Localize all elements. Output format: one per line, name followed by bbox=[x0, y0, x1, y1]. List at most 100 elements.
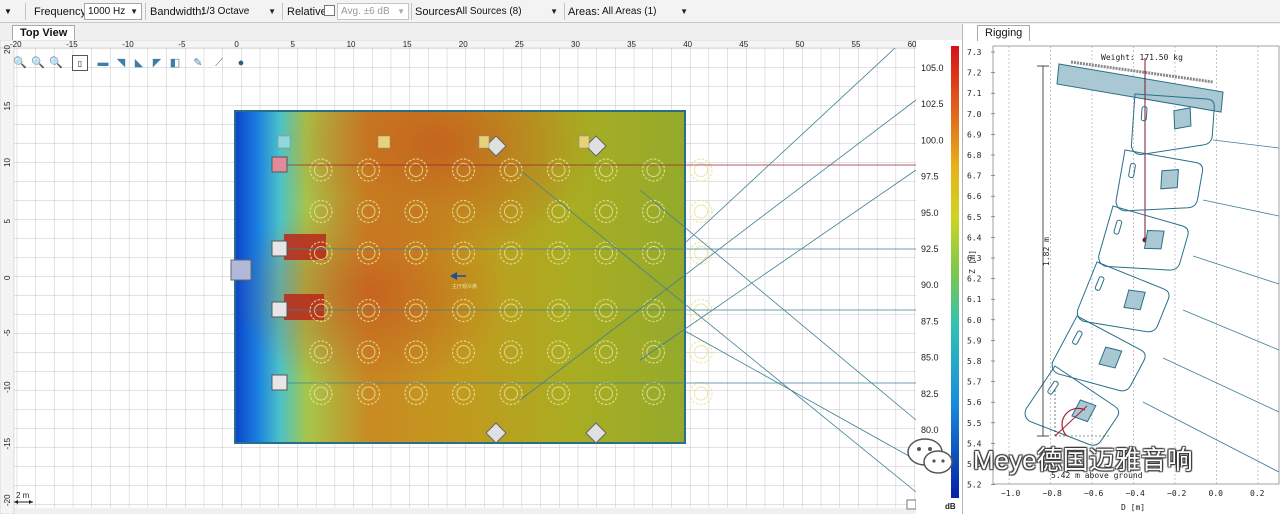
toolbar-separator bbox=[282, 3, 283, 20]
rigging-y-tick: 6.6 bbox=[967, 192, 982, 201]
zoom-in-icon[interactable]: 🔍 bbox=[12, 55, 28, 71]
ruler-x-label: -15 bbox=[66, 40, 78, 49]
speaker-icon[interactable]: ● bbox=[233, 55, 249, 71]
ruler-y-label: -20 bbox=[3, 494, 12, 506]
rigging-x-tick: −0.6 bbox=[1084, 489, 1103, 498]
areas-select[interactable]: All Areas (1) ▼ bbox=[598, 3, 692, 20]
wedge-icon[interactable]: ◥ bbox=[113, 55, 129, 71]
tab-rigging[interactable]: Rigging bbox=[977, 25, 1031, 41]
rigging-y-tick: 6.8 bbox=[967, 151, 982, 160]
chevron-down-icon: ▼ bbox=[550, 7, 558, 16]
color-scale-label: 105.0 bbox=[921, 63, 944, 73]
chevron-down-icon: ▼ bbox=[680, 7, 688, 16]
sources-value: All Sources (8) bbox=[456, 6, 522, 17]
top-view-canvas[interactable]: -20 -15 -10 -5 0 5 10 15 20 25 30 35 40 45 50 55 60 2015… bbox=[0, 40, 962, 514]
toolbar: ▼ Frequency: 1000 Hz ▼ Bandwidth: 1/3 Oc… bbox=[0, 0, 1280, 23]
color-scale-label: 85.0 bbox=[921, 353, 939, 363]
ruler-y-label: 20 bbox=[3, 45, 12, 54]
zoom-fit-icon[interactable]: 🔍 bbox=[48, 55, 64, 71]
rigging-y-tick: 6.1 bbox=[967, 295, 982, 304]
speaker-selected bbox=[271, 156, 288, 173]
rigging-x-ticks: −1.0 −0.8 −0.6 −0.4 −0.2 0.0 0.2 bbox=[1001, 489, 1265, 498]
relative-checkbox[interactable] bbox=[324, 5, 335, 16]
ruler-x-label: -5 bbox=[178, 40, 186, 49]
rigging-y-tick: 7.3 bbox=[967, 48, 982, 57]
weight-label: Weight: 171.50 kg bbox=[1101, 53, 1183, 62]
rigging-x-tick: −1.0 bbox=[1001, 489, 1020, 498]
ruler-y-label: -15 bbox=[3, 437, 12, 449]
rigging-y-tick: 6.5 bbox=[967, 213, 982, 222]
rigging-y-tick: 5.9 bbox=[967, 336, 982, 345]
toolbar-separator bbox=[25, 3, 26, 20]
speaker bbox=[271, 374, 288, 391]
frequency-value: 1000 Hz bbox=[88, 6, 126, 17]
panel-icon[interactable]: ◧ bbox=[167, 55, 183, 71]
ruler-x-label: 0 bbox=[234, 40, 239, 49]
color-scale-label: 90.0 bbox=[921, 280, 939, 290]
color-scale-label: 95.0 bbox=[921, 208, 939, 218]
box-icon[interactable]: ▬ bbox=[95, 55, 111, 71]
color-scale-bar bbox=[951, 46, 959, 498]
color-scale-label: 92.5 bbox=[921, 244, 939, 254]
ruler-y-label: 10 bbox=[3, 158, 12, 167]
relative-select[interactable]: Avg. ±6 dB ▼ bbox=[337, 3, 409, 20]
color-scale-label: 82.5 bbox=[921, 389, 939, 399]
areas-label: Areas: bbox=[568, 6, 600, 18]
rigging-y-tick: 7.0 bbox=[967, 110, 982, 119]
color-scale-label: 100.0 bbox=[921, 135, 944, 145]
ruler-x-label: 10 bbox=[347, 40, 356, 49]
rigging-y-tick: 7.2 bbox=[967, 69, 982, 78]
toolbar-menu-arrow-icon[interactable]: ▼ bbox=[4, 4, 12, 20]
tab-top-view[interactable]: Top View bbox=[12, 25, 76, 41]
rigging-y-tick: 6.4 bbox=[967, 233, 982, 242]
color-scale-label: 102.5 bbox=[921, 99, 944, 109]
page-icon[interactable]: ▯ bbox=[72, 55, 88, 71]
rigging-y-tick: 6.0 bbox=[967, 316, 982, 325]
svg-text:2 m: 2 m bbox=[16, 491, 30, 500]
rigging-y-tick: 5.6 bbox=[967, 398, 982, 407]
wechat-icon bbox=[907, 438, 953, 474]
areas-value: All Areas (1) bbox=[602, 6, 657, 17]
rigging-y-tick: 6.2 bbox=[967, 275, 982, 284]
ruler-x-label: 30 bbox=[571, 40, 580, 49]
rigging-y-axis-label: Z [m] bbox=[968, 250, 977, 274]
bandwidth-select[interactable]: 1/3 Octave ▼ bbox=[197, 3, 280, 20]
rigging-y-tick: 5.5 bbox=[967, 419, 982, 428]
wedge-icon[interactable]: ◤ bbox=[149, 55, 165, 71]
area-label: 主厅观众席 bbox=[452, 283, 477, 290]
color-scale-unit: dB bbox=[945, 502, 956, 511]
relative-value: Avg. ±6 dB bbox=[341, 6, 390, 17]
frequency-label: Frequency: bbox=[34, 6, 90, 18]
rigging-x-axis-label: D [m] bbox=[1121, 503, 1145, 512]
wedge-icon[interactable]: ◣ bbox=[131, 55, 147, 71]
rigging-x-tick: −0.8 bbox=[1043, 489, 1062, 498]
rigging-x-tick: 0.0 bbox=[1209, 489, 1224, 498]
top-view-panel: Top View -20 -15 -10 -5 0 5 10 15 20 25 … bbox=[0, 24, 962, 514]
rigging-x-tick: −0.2 bbox=[1167, 489, 1186, 498]
ruler-x-label: 40 bbox=[683, 40, 692, 49]
ruler-x-label: 25 bbox=[515, 40, 524, 49]
pencil-icon[interactable]: ✎ bbox=[190, 55, 206, 71]
height-label: 1.82 m bbox=[1042, 237, 1051, 266]
rigging-y-tick: 5.2 bbox=[967, 481, 982, 490]
zoom-out-icon[interactable]: 🔍 bbox=[30, 55, 46, 71]
color-scale-label: 80.0 bbox=[921, 425, 939, 435]
color-scale-label: 97.5 bbox=[921, 172, 939, 182]
resize-corner-icon[interactable] bbox=[906, 499, 917, 510]
chevron-down-icon: ▼ bbox=[130, 7, 138, 16]
sources-select[interactable]: All Sources (8) ▼ bbox=[452, 3, 562, 20]
rigging-y-tick: 6.7 bbox=[967, 172, 982, 181]
ruler-x-label: -10 bbox=[122, 40, 134, 49]
rigging-y-tick: 7.1 bbox=[967, 89, 982, 98]
toolbar-separator bbox=[564, 3, 565, 20]
frequency-select[interactable]: 1000 Hz ▼ bbox=[84, 3, 142, 20]
chevron-down-icon: ▼ bbox=[268, 7, 276, 16]
rigging-x-tick: −0.4 bbox=[1126, 489, 1145, 498]
measure-icon[interactable]: ⟋ bbox=[211, 55, 227, 71]
ruler-x-label: 35 bbox=[627, 40, 636, 49]
toolbar-separator bbox=[145, 3, 146, 20]
ruler-y-label: 5 bbox=[3, 219, 12, 224]
chevron-down-icon: ▼ bbox=[397, 7, 405, 16]
ruler-x-label: 45 bbox=[739, 40, 748, 49]
ruler-y-label: 0 bbox=[3, 275, 12, 280]
